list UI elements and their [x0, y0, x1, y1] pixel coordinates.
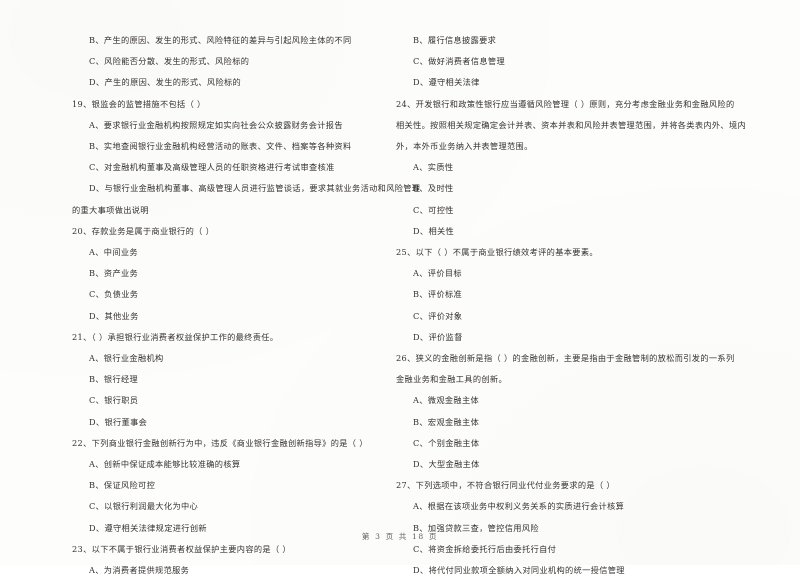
q21-opt-a: A、银行业金融机构 — [89, 353, 164, 364]
q19-opt-d-cont: 的重大事项做出说明 — [72, 204, 149, 215]
q20-opt-c: C、负债业务 — [89, 289, 139, 300]
right-column: B、履行信息披露要求 C、做好消费者信息管理 D、遵守相关法律 24、开发银行和政策性… — [360, 30, 747, 581]
q26-opt-c: C、个别金融主体 — [413, 437, 480, 448]
q22-stem: 22、下列商业银行金融创新行为中，违反《商业银行金融创新指导》的是（ ） — [72, 437, 368, 448]
q20-opt-b: B、资产业务 — [89, 268, 139, 279]
q24-stem-cont2: 外，本外币业务纳入并表管理范围。 — [396, 141, 533, 152]
q23-opt-b: B、履行信息披露要求 — [413, 35, 497, 45]
q19-opt-b: B、实地查阅银行业金融机构经营活动的账表、文件、档案等各种资料 — [89, 141, 352, 152]
q27-opt-a: A、根据在该项业务中权利义务关系的实质进行会计核算 — [413, 501, 625, 512]
q18-opt-c: C、风险能否分散、发生的形式、风险标的 — [89, 56, 250, 67]
page-footer: 第 3 页 共 18 页 — [361, 532, 439, 541]
q25-stem: 25、以下（ ）不属于商业银行绩效考评的基本要素。 — [396, 247, 598, 258]
q19-opt-a: A、要求银行业金融机构按照规定如实向社会公众披露财务会计报告 — [89, 119, 343, 130]
q19-opt-d: D、与银行业金融机构董事、高级管理人员进行监管谈话，要求其就业务活动和风险管理 — [89, 183, 421, 194]
q20-stem: 20、存款业务是属于商业银行的（ ） — [72, 225, 215, 236]
q24-opt-a: A、实质性 — [413, 162, 454, 173]
q26-opt-d: D、大型金融主体 — [413, 459, 480, 470]
q26-stem: 26、狭义的金融创新是指（ ）的金融创新，主要是指由于金融管制的放松而引发的一系… — [396, 353, 735, 364]
q21-opt-b: B、银行经理 — [89, 374, 139, 385]
q22-opt-a: A、创新中保证成本能够比较准确的核算 — [89, 459, 241, 470]
q26-opt-a: A、微观金融主体 — [413, 395, 480, 406]
q23-opt-d: D、遵守相关法律 — [413, 77, 480, 88]
q21-opt-d: D、银行董事会 — [89, 416, 148, 427]
q18-opt-d: D、产生的原因、发生的形式、风险标的 — [89, 77, 242, 88]
q26-opt-b: B、宏观金融主体 — [413, 416, 480, 427]
q20-opt-d: D、其他业务 — [89, 310, 139, 321]
q19-stem: 19、银监会的监管措施不包括（ ） — [72, 98, 206, 109]
q25-opt-c: C、评价对象 — [413, 310, 463, 321]
q23-stem: 23、以下不属于银行业消费者权益保护主要内容的是（ ） — [72, 543, 291, 554]
q24-stem: 24、开发银行和政策性银行应当遵循风险管理（ ）原则，充分考虑金融业务和金融风险… — [396, 98, 735, 109]
q22-opt-b: B、保证风险可控 — [89, 480, 156, 491]
q20-opt-a: A、中间业务 — [89, 247, 138, 258]
left-column: B、产生的原因、发生的形式、风险特征的差异与引起风险主体的不同 C、风险能否分散、… — [0, 30, 421, 581]
q23-opt-a: A、为消费者提供规范服务 — [89, 565, 190, 576]
q23-opt-c: C、做好消费者信息管理 — [413, 56, 505, 67]
q26-stem-cont: 金融业务和金融工具的创新。 — [396, 374, 507, 385]
q18-opt-b: B、产生的原因、发生的形式、风险特征的差异与引起风险主体的不同 — [89, 35, 352, 45]
q24-opt-c: C、可控性 — [413, 204, 454, 215]
q19-opt-c: C、对金融机构董事及高级管理人员的任职资格进行考试审查核准 — [89, 162, 335, 173]
q24-opt-b: B、及时性 — [413, 183, 454, 194]
q21-opt-c: C、银行职员 — [89, 395, 139, 406]
exam-page: B、产生的原因、发生的形式、风险特征的差异与引起风险主体的不同 C、风险能否分散、… — [0, 0, 800, 575]
q27-opt-d: D、将代付同业款项全额纳入对同业机构的统一授信管理 — [413, 565, 625, 576]
question-columns: B、产生的原因、发生的形式、风险特征的差异与引起风险主体的不同 C、风险能否分散、… — [0, 30, 800, 581]
q24-opt-d: D、相关性 — [413, 225, 455, 236]
q21-stem: 21、（ ）承担银行业消费者权益保护工作的最终责任。 — [72, 331, 279, 342]
q25-opt-b: B、评价标准 — [413, 289, 463, 300]
q25-opt-d: D、评价监督 — [413, 331, 463, 342]
q24-stem-cont1: 相关性。按照相关规定确定会计并表、资本并表和风险并表管理范围，并将各类表内外、境… — [396, 119, 747, 130]
q22-opt-c: C、以银行利润最大化为中心 — [89, 501, 199, 512]
q25-opt-a: A、评价目标 — [413, 268, 462, 279]
q27-opt-c: C、将资金拆给委托行后由委托行自付 — [413, 543, 557, 554]
q27-stem: 27、下列选项中，不符合银行同业代付业务要求的是（ ） — [396, 480, 615, 491]
